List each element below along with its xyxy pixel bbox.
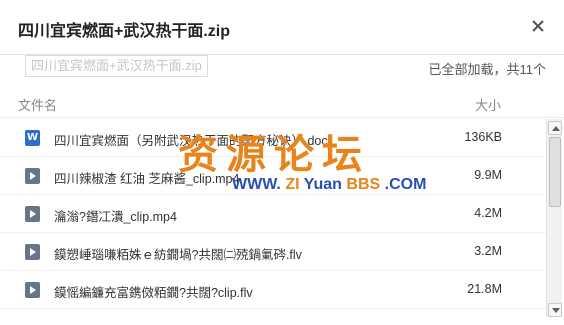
column-header-size[interactable]: 大小	[475, 95, 501, 114]
file-list: W 四川宜宾燃面（另附武汉热干面的配方秘诀）.doc 136KB 四川辣椒渣 红…	[0, 119, 546, 325]
file-row[interactable]: W 四川宜宾燃面（另附武汉热干面的配方秘诀）.doc 136KB	[0, 119, 546, 157]
video-file-icon	[25, 282, 40, 298]
file-name: 四川宜宾燃面（另附武汉热干面的配方秘诀）.doc	[54, 134, 328, 148]
file-size: 136KB	[464, 130, 502, 144]
scrollbar-thumb[interactable]	[549, 137, 561, 207]
video-file-icon	[25, 244, 40, 260]
dialog-title: 四川宜宾燃面+武汉热干面.zip	[18, 23, 231, 40]
file-name: 瀹滃?鐕冮潰_clip.mp4	[54, 210, 177, 224]
word-doc-icon: W	[25, 130, 40, 146]
scroll-down-button[interactable]	[548, 303, 562, 317]
file-list-header: 文件名 大小	[0, 88, 564, 118]
dialog-title-bar: 四川宜宾燃面+武汉热干面.zip	[0, 0, 564, 55]
file-size: 4.2M	[474, 206, 502, 220]
arrow-down-icon	[552, 308, 560, 313]
file-row[interactable]: 瀹滃?鐕冮潰_clip.mp4 4.2M	[0, 195, 546, 233]
file-row[interactable]: 四川辣椒渣 红油 芝麻酱_clip.mp4 9.9M	[0, 157, 546, 195]
scroll-up-button[interactable]	[548, 121, 562, 135]
breadcrumb-current[interactable]: 四川宜宾燃面+武汉热干面.zip	[25, 55, 208, 77]
file-size: 9.9M	[474, 168, 502, 182]
file-name: 鏌愬崜瑙嗛粨姝ｅ紡鐗堝?共闊㈡殑鍋氭硶.flv	[54, 248, 302, 262]
file-row[interactable]: 鏌愮編鐮充富鎸傚粨鐗?共闊?clip.flv 21.8M	[0, 271, 546, 309]
file-name: 四川辣椒渣 红油 芝麻酱_clip.mp4	[54, 172, 240, 186]
file-size: 21.8M	[467, 282, 502, 296]
vertical-scrollbar[interactable]	[546, 119, 562, 317]
file-size: 3.2M	[474, 244, 502, 258]
close-icon[interactable]	[528, 16, 548, 36]
file-name: 鏌愮編鐮充富鎸傚粨鐗?共闊?clip.flv	[54, 286, 253, 300]
video-file-icon	[25, 206, 40, 222]
column-header-name[interactable]: 文件名	[18, 95, 57, 114]
file-row[interactable]: 鏌愬崜瑙嗛粨姝ｅ紡鐗堝?共闊㈡殑鍋氭硶.flv 3.2M	[0, 233, 546, 271]
path-bar: 四川宜宾燃面+武汉热干面.zip 已全部加载，共11个	[0, 55, 564, 87]
video-file-icon	[25, 168, 40, 184]
load-status: 已全部加载，共11个	[428, 62, 547, 77]
arrow-up-icon	[552, 126, 560, 131]
